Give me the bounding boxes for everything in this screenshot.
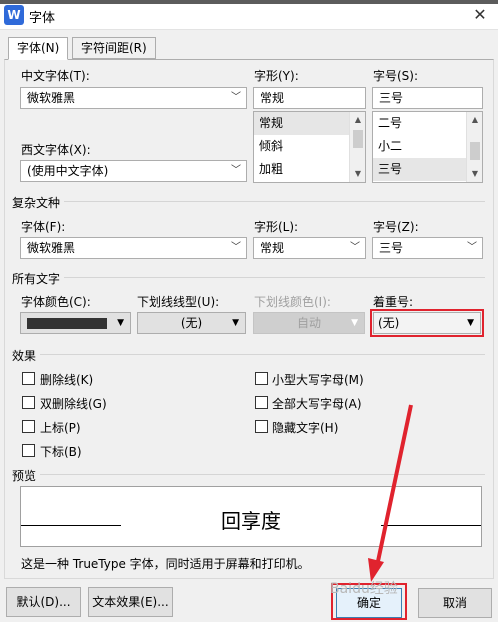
dropdown-arrow-icon: ▼ [467, 318, 474, 328]
scroll-up-icon[interactable]: ▲ [467, 112, 482, 128]
scroll-down-icon[interactable]: ▼ [350, 166, 365, 182]
window-title: 字体 [29, 11, 56, 26]
chinese-font-combo[interactable]: 微软雅黑 ﹀ [20, 87, 247, 109]
text-effects-button[interactable]: 文本效果(E)... [88, 587, 173, 617]
scroll-up-icon[interactable]: ▲ [350, 112, 365, 128]
scroll-down-icon[interactable]: ▼ [467, 166, 482, 182]
double-strikethrough-checkbox[interactable] [22, 396, 35, 409]
size-label: 字号(S): [373, 69, 419, 83]
cancel-button[interactable]: 取消 [418, 588, 492, 618]
emphasis-combo[interactable]: (无) ▼ [373, 312, 481, 334]
subscript-checkbox[interactable] [22, 444, 35, 457]
chinese-font-value: 微软雅黑 [27, 91, 76, 105]
complex-font-label: 字体(F): [21, 220, 66, 234]
preview-group-title: 预览 [12, 467, 41, 484]
style-label: 字形(Y): [254, 69, 299, 83]
title-bar [0, 0, 498, 30]
double-strikethrough-label: 双删除线(G) [40, 397, 107, 411]
dropdown-arrow-icon: ▼ [351, 318, 358, 328]
complex-size-value: 三号 [379, 241, 404, 255]
group-divider [12, 277, 485, 278]
wps-app-icon: W [4, 5, 24, 25]
western-font-combo[interactable]: (使用中文字体) ﹀ [20, 160, 247, 182]
complex-style-combo[interactable]: 常规 ﹀ [253, 237, 366, 259]
default-button[interactable]: 默认(D)... [6, 587, 81, 617]
complex-font-value: 微软雅黑 [27, 241, 76, 255]
chevron-down-icon: ﹀ [231, 165, 241, 176]
preview-sample-text: 回享度 [221, 509, 281, 533]
western-font-value: (使用中文字体) [27, 164, 109, 178]
chinese-font-label: 中文字体(T): [21, 69, 90, 83]
scroll-thumb[interactable] [353, 130, 363, 148]
style-scrollbar[interactable]: ▲ ▼ [349, 112, 365, 182]
dropdown-arrow-icon: ▼ [117, 318, 124, 328]
emphasis-value: (无) [378, 316, 400, 330]
font-color-label: 字体颜色(C): [21, 295, 91, 309]
small-caps-label: 小型大写字母(M) [272, 373, 364, 387]
group-divider [12, 474, 485, 475]
dropdown-arrow-icon: ▼ [232, 318, 239, 328]
effects-group-title: 效果 [12, 347, 41, 364]
font-color-swatch [27, 318, 107, 329]
western-font-label: 西文字体(X): [21, 143, 91, 157]
chevron-down-icon: ﹀ [231, 92, 241, 103]
chevron-down-icon: ﹀ [231, 242, 241, 253]
all-caps-checkbox[interactable] [255, 396, 268, 409]
group-divider [12, 354, 485, 355]
style-listbox[interactable]: 常规 倾斜 加粗 ▲ ▼ [253, 111, 366, 183]
window-frame-top [0, 0, 498, 4]
superscript-label: 上标(P) [40, 421, 81, 435]
strikethrough-label: 删除线(K) [40, 373, 94, 387]
superscript-checkbox[interactable] [22, 420, 35, 433]
close-icon[interactable]: ✕ [466, 2, 494, 28]
all-text-group-title: 所有文字 [12, 270, 65, 287]
tab-font[interactable]: 字体(N) [8, 37, 69, 60]
underline-color-value: 自动 [296, 316, 321, 330]
complex-font-combo[interactable]: 微软雅黑 ﹀ [20, 237, 247, 259]
emphasis-label: 着重号: [373, 295, 414, 309]
font-color-picker[interactable]: ▼ [20, 312, 131, 334]
complex-size-label: 字号(Z): [373, 220, 419, 234]
tab-character-spacing[interactable]: 字符间距(R) [72, 37, 156, 59]
underline-color-label: 下划线颜色(I): [254, 295, 331, 309]
group-divider [12, 201, 485, 202]
watermark: Baidu经验 [330, 581, 398, 597]
underline-type-combo[interactable]: (无) ▼ [137, 312, 246, 334]
underline-type-value: (无) [180, 316, 203, 330]
hidden-text-checkbox[interactable] [255, 420, 268, 433]
chevron-down-icon: ﹀ [467, 242, 477, 253]
small-caps-checkbox[interactable] [255, 372, 268, 385]
complex-size-combo[interactable]: 三号 ﹀ [372, 237, 483, 259]
underline-type-label: 下划线线型(U): [137, 295, 220, 309]
chevron-down-icon: ﹀ [350, 242, 360, 253]
strikethrough-checkbox[interactable] [22, 372, 35, 385]
subscript-label: 下标(B) [40, 445, 82, 459]
hidden-text-label: 隐藏文字(H) [272, 421, 339, 435]
size-input[interactable]: 三号 [372, 87, 483, 109]
underline-color-combo: 自动 ▼ [253, 312, 365, 334]
size-listbox[interactable]: 二号 小二 三号 ▲ ▼ [372, 111, 483, 183]
preview-box: 回享度 [20, 486, 482, 547]
scroll-thumb[interactable] [470, 142, 480, 160]
all-caps-label: 全部大写字母(A) [272, 397, 362, 411]
font-info-text: 这是一种 TrueType 字体，同时适用于屏幕和打印机。 [21, 557, 310, 571]
style-input[interactable]: 常规 [253, 87, 366, 109]
size-scrollbar[interactable]: ▲ ▼ [466, 112, 482, 182]
complex-group-title: 复杂文种 [12, 194, 65, 211]
complex-style-label: 字形(L): [254, 220, 299, 234]
complex-style-value: 常规 [260, 241, 285, 255]
